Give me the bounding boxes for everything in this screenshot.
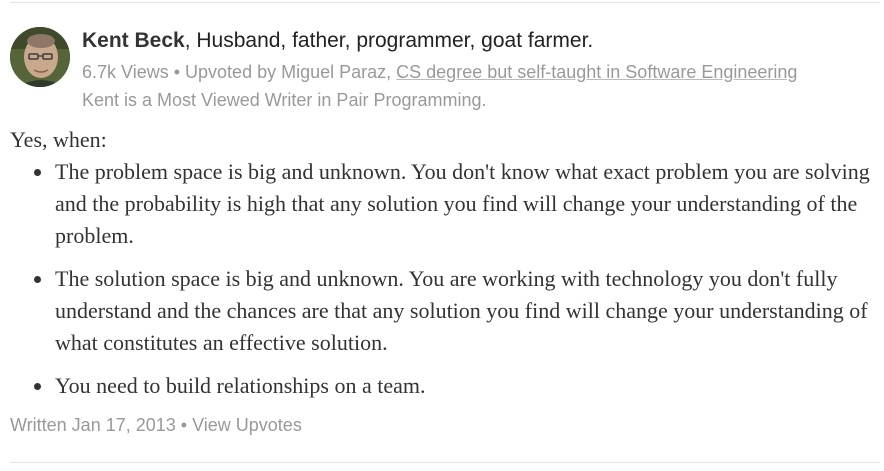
bullet-icon [34, 383, 41, 390]
list-item: The problem space is big and unknown. Yo… [34, 156, 872, 252]
answer-body: Yes, when: The problem space is big and … [10, 124, 872, 413]
answer-intro: Yes, when: [10, 127, 107, 152]
list-item: The solution space is big and unknown. Y… [34, 263, 872, 359]
list-item: You need to build relationships on a tea… [34, 370, 872, 402]
meta-separator: • [168, 62, 186, 82]
answer-header: Kent Beck, Husband, father, programmer, … [10, 27, 880, 113]
upvoter-credential-link[interactable]: CS degree but self-taught in Software En… [396, 62, 797, 82]
upvoter-name: Miguel Paraz [281, 62, 387, 82]
bullet-icon [34, 169, 41, 176]
bullet-icon [34, 276, 41, 283]
author-bio: , Husband, father, programmer, goat farm… [184, 29, 594, 52]
author-line: Kent Beck, Husband, father, programmer, … [82, 28, 593, 54]
upvoted-by-prefix: Upvoted by [185, 62, 282, 82]
answer-list: The problem space is big and unknown. Yo… [10, 156, 872, 402]
top-divider [10, 2, 880, 3]
avatar-photo-icon [10, 27, 70, 87]
answer-footer: Written Jan 17, 2013 • View Upvotes [10, 413, 302, 437]
list-item-text: You need to build relationships on a tea… [55, 373, 426, 398]
list-item-text: The problem space is big and unknown. Yo… [55, 159, 870, 248]
upvoter-separator: , [386, 62, 397, 82]
view-count: 6.7k Views [82, 62, 169, 82]
written-date-link[interactable]: Written Jan 17, 2013 [10, 415, 176, 435]
author-avatar[interactable] [10, 27, 70, 87]
author-name-link[interactable]: Kent Beck [82, 29, 185, 52]
list-item-text: The solution space is big and unknown. Y… [55, 266, 868, 355]
footer-separator: • [175, 415, 193, 435]
answer-meta: 6.7k Views • Upvoted by Miguel Paraz, CS… [82, 61, 797, 83]
view-upvotes-link[interactable]: View Upvotes [192, 415, 302, 435]
author-credential: Kent is a Most Viewed Writer in Pair Pro… [82, 90, 487, 110]
bottom-divider [10, 462, 880, 463]
